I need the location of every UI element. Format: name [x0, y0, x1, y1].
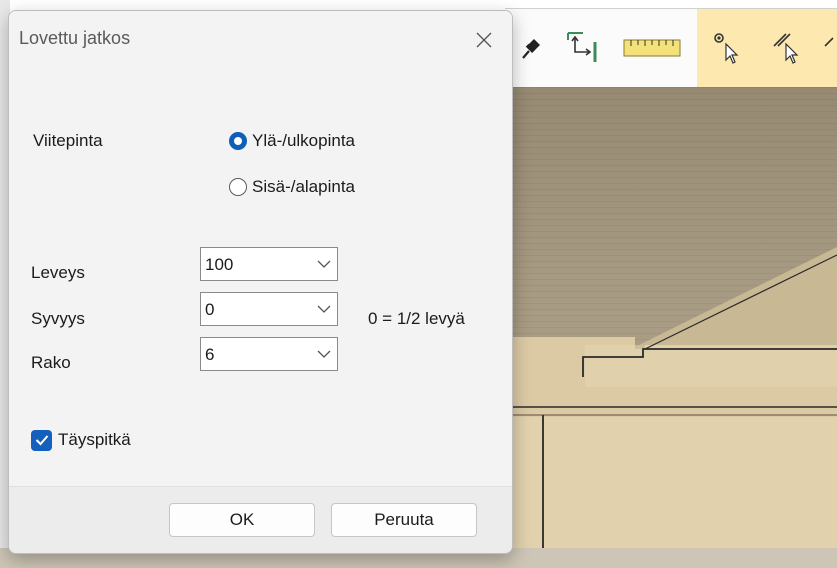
radio-top-outer[interactable]: Ylä-/ulkopinta [229, 129, 355, 153]
full-length-checkbox[interactable]: Täyspitkä [31, 427, 131, 453]
chevron-down-icon [317, 350, 331, 358]
cancel-button[interactable]: Peruuta [331, 503, 477, 537]
line-select-button[interactable] [757, 9, 817, 87]
lovettu-jatkos-dialog: Lovettu jatkos Viitepinta Ylä-/ulkopinta… [8, 10, 513, 554]
checkmark-icon [35, 435, 48, 446]
close-icon [476, 32, 492, 48]
corner-connection-button[interactable] [557, 9, 609, 87]
radio-button-checked[interactable] [229, 132, 247, 150]
close-button[interactable] [466, 23, 502, 57]
toolbar-overflow[interactable] [817, 9, 837, 87]
chevron-down-icon [317, 305, 331, 313]
depth-combobox[interactable]: 0 [200, 292, 338, 326]
gap-combobox[interactable]: 6 [200, 337, 338, 371]
depth-hint: 0 = 1/2 levyä [368, 309, 465, 328]
pin-icon [522, 39, 540, 59]
gap-value: 6 [205, 345, 215, 364]
measure-ruler-icon [623, 39, 681, 57]
dialog-title-bar[interactable]: Lovettu jatkos [9, 11, 512, 71]
width-combobox[interactable]: 100 [200, 247, 338, 281]
toolbar [505, 8, 837, 88]
width-value: 100 [205, 255, 234, 274]
3d-viewport[interactable] [505, 87, 837, 568]
wood-joint-scene [505, 247, 837, 568]
gap-label: Rako [31, 353, 71, 372]
depth-label: Syvyys [31, 309, 85, 328]
radio-button-unchecked[interactable] [229, 178, 247, 196]
full-length-label: Täyspitkä [58, 430, 131, 449]
depth-value: 0 [205, 300, 215, 319]
measure-button[interactable] [617, 9, 687, 87]
radio-inner-bottom[interactable]: Sisä-/alapinta [229, 175, 355, 199]
dialog-body: Viitepinta Ylä-/ulkopinta Sisä-/alapinta… [9, 71, 512, 486]
radio-inner-bottom-label: Sisä-/alapinta [252, 177, 356, 196]
point-select-button[interactable] [697, 9, 757, 87]
point-select-icon [714, 33, 739, 64]
reference-surface-label: Viitepinta [33, 131, 103, 150]
dialog-footer: OK Peruuta [9, 486, 512, 553]
chevron-down-icon [317, 260, 331, 268]
width-label: Leveys [31, 263, 85, 282]
ok-button[interactable]: OK [169, 503, 315, 537]
dialog-title: Lovettu jatkos [19, 28, 131, 48]
radio-top-outer-label: Ylä-/ulkopinta [252, 131, 356, 150]
checkbox-checked[interactable] [31, 429, 52, 451]
corner-connection-icon [567, 32, 597, 62]
line-select-icon [773, 33, 799, 64]
partial-tool-icon [824, 37, 834, 47]
